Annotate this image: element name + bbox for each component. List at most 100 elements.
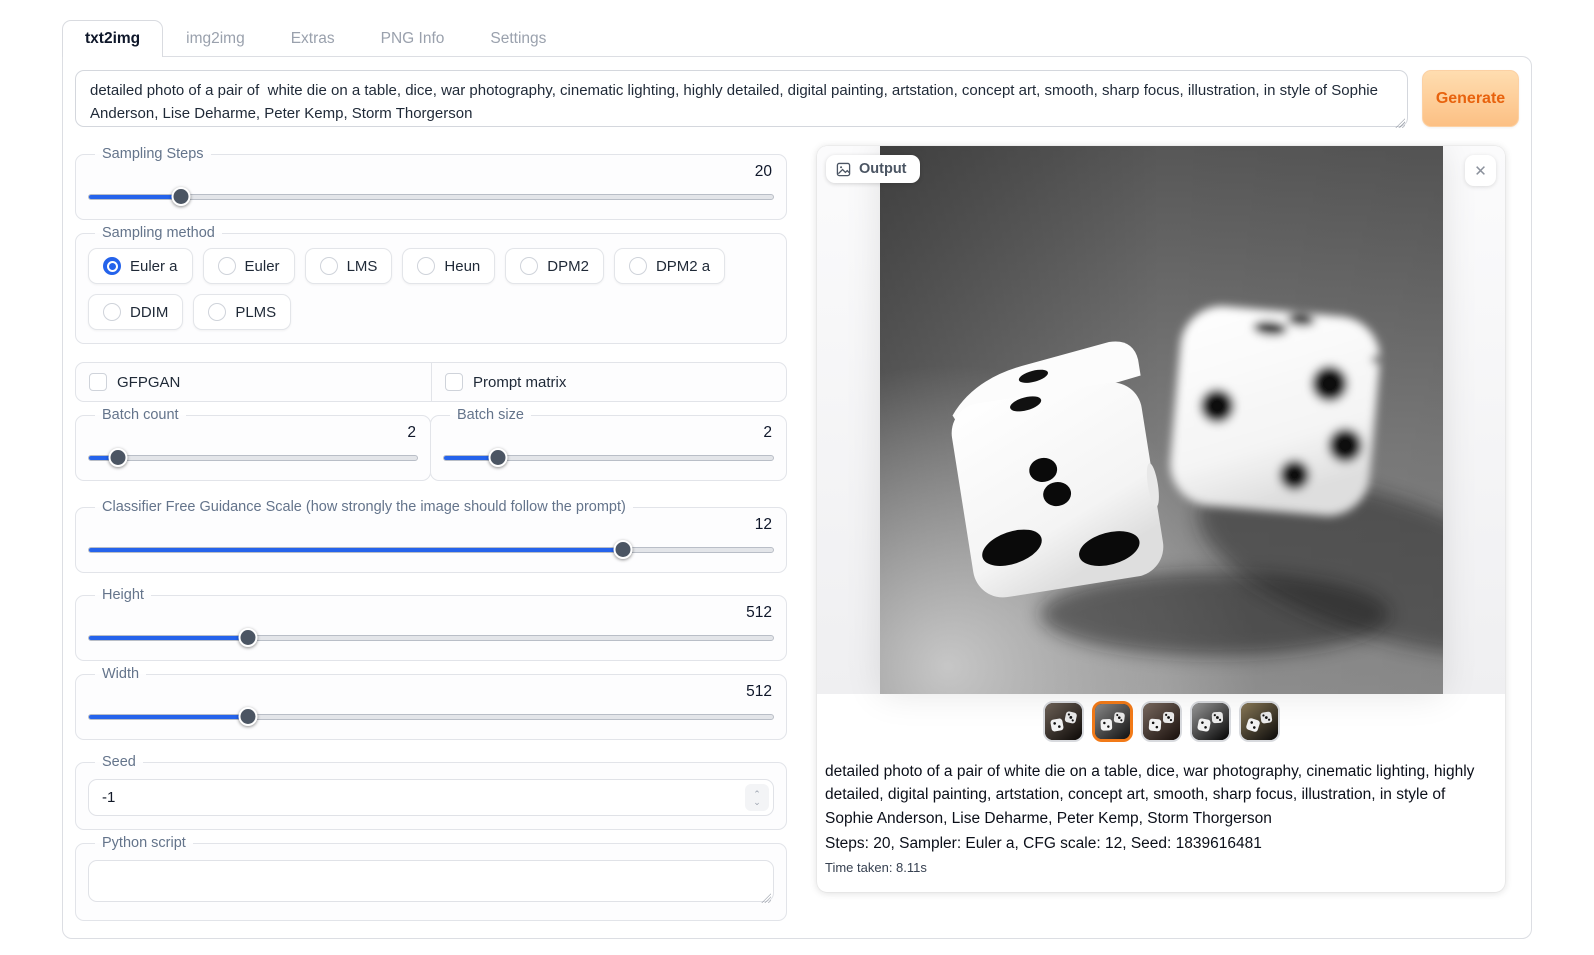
height-value: 512 [88, 604, 772, 622]
slider-handle[interactable] [488, 448, 507, 467]
batch-count-label: Batch count [95, 407, 186, 423]
sampling-steps-value: 20 [88, 163, 772, 181]
width-slider[interactable] [88, 707, 774, 726]
settings-column: Sampling Steps 20 Sampling method Euler … [75, 146, 787, 926]
output-label-pill: Output [826, 155, 920, 183]
caption-time: Time taken: 8.11s [825, 858, 1495, 878]
radio-dot[interactable] [208, 303, 226, 321]
slider-handle[interactable] [238, 707, 257, 726]
prompt-matrix-label: Prompt matrix [473, 374, 566, 391]
radio-label: Heun [444, 258, 480, 275]
image-icon [836, 162, 851, 177]
batch-count-slider[interactable] [88, 448, 418, 467]
radio-lms[interactable]: LMS [305, 248, 393, 284]
radio-label: PLMS [235, 304, 276, 321]
width-value: 512 [88, 683, 772, 701]
caption-prompt: detailed photo of a pair of white die on… [825, 760, 1495, 830]
seed-field: Seed ⌃⌄ [75, 754, 787, 830]
output-panel: Output ✕ detailed photo of a pair of whi… [817, 146, 1505, 892]
slider-handle[interactable] [238, 628, 257, 647]
thumbnail-3[interactable] [1141, 701, 1182, 742]
tab-settings[interactable]: Settings [467, 20, 569, 57]
sampling-steps-slider[interactable] [88, 187, 774, 206]
thumbnail-strip [817, 694, 1505, 748]
height-slider[interactable] [88, 628, 774, 647]
seed-spinner[interactable]: ⌃⌄ [745, 784, 769, 811]
thumbnail-4[interactable] [1190, 701, 1231, 742]
sampling-method-field: Sampling method Euler a Euler LMS Heun DPM2 D… [75, 225, 787, 344]
cfg-scale-label: Classifier Free Guidance Scale (how stro… [95, 499, 633, 515]
python-script-input[interactable] [88, 860, 774, 902]
radio-dot[interactable] [103, 303, 121, 321]
output-column: Output ✕ detailed photo of a pair of whi… [811, 146, 1519, 926]
prompt-row: detailed photo of a pair of white die on… [75, 70, 1519, 132]
radio-ddim[interactable]: DDIM [88, 294, 183, 330]
radio-heun[interactable]: Heun [402, 248, 495, 284]
batch-size-label: Batch size [450, 407, 531, 423]
batch-size-value: 2 [443, 424, 772, 442]
radio-label: Euler [245, 258, 280, 275]
height-label: Height [95, 587, 151, 603]
radio-dot[interactable] [520, 257, 538, 275]
gfpgan-checkbox[interactable] [89, 373, 107, 391]
cfg-scale-value: 12 [88, 516, 772, 534]
prompt-resize-handle[interactable] [1394, 117, 1405, 128]
script-resize-handle[interactable] [760, 892, 771, 903]
radio-label: DPM2 a [656, 258, 710, 275]
radio-dot[interactable] [320, 257, 338, 275]
sampling-method-options: Euler a Euler LMS Heun DPM2 DPM2 a DDIM PLMS [88, 242, 774, 330]
thumbnail-2-selected[interactable] [1092, 701, 1133, 742]
output-image-area: Output ✕ [817, 146, 1505, 694]
postprocess-options: GFPGAN Prompt matrix [75, 362, 787, 402]
batch-size-field: Batch size 2 [430, 407, 787, 481]
tab-extras[interactable]: Extras [268, 20, 358, 57]
slider-handle[interactable] [108, 448, 127, 467]
tab-img2img[interactable]: img2img [163, 20, 268, 57]
tab-bar: txt2imgimg2imgExtrasPNG InfoSettings [62, 20, 1532, 57]
spinner-down-icon[interactable]: ⌄ [753, 798, 761, 806]
slider-handle[interactable] [172, 187, 191, 206]
gfpgan-option[interactable]: GFPGAN [76, 363, 431, 401]
thumbnail-5[interactable] [1239, 701, 1280, 742]
tab-png-info[interactable]: PNG Info [358, 20, 468, 57]
sampling-steps-label: Sampling Steps [95, 146, 211, 162]
radio-dpm2[interactable]: DPM2 [505, 248, 604, 284]
prompt-matrix-option[interactable]: Prompt matrix [431, 363, 786, 401]
caption-params: Steps: 20, Sampler: Euler a, CFG scale: … [825, 832, 1495, 855]
batch-count-value: 2 [88, 424, 416, 442]
tab-txt2img[interactable]: txt2img [62, 20, 163, 57]
radio-euler[interactable]: Euler [203, 248, 295, 284]
radio-dot[interactable] [218, 257, 236, 275]
seed-input[interactable] [88, 779, 774, 816]
seed-label: Seed [95, 754, 143, 770]
sd-webui-app: txt2imgimg2imgExtrasPNG InfoSettings det… [62, 20, 1532, 939]
python-script-label: Python script [95, 835, 193, 851]
output-caption: detailed photo of a pair of white die on… [817, 748, 1505, 892]
batch-count-field: Batch count 2 [75, 407, 431, 481]
radio-label: LMS [347, 258, 378, 275]
thumbnail-1[interactable] [1043, 701, 1084, 742]
prompt-input[interactable]: detailed photo of a pair of white die on… [75, 70, 1408, 127]
sampling-method-label: Sampling method [95, 225, 222, 241]
prompt-matrix-checkbox[interactable] [445, 373, 463, 391]
gfpgan-label: GFPGAN [117, 374, 180, 391]
height-field: Height 512 [75, 587, 787, 661]
generate-button[interactable]: Generate [1422, 70, 1519, 127]
radio-plms[interactable]: PLMS [193, 294, 291, 330]
radio-dpm2-a[interactable]: DPM2 a [614, 248, 725, 284]
txt2img-panel: detailed photo of a pair of white die on… [62, 56, 1532, 939]
batch-size-slider[interactable] [443, 448, 774, 467]
radio-euler-a[interactable]: Euler a [88, 248, 193, 284]
cfg-scale-field: Classifier Free Guidance Scale (how stro… [75, 499, 787, 573]
close-output-button[interactable]: ✕ [1465, 155, 1496, 186]
slider-handle[interactable] [614, 540, 633, 559]
radio-dot[interactable] [103, 257, 121, 275]
output-label: Output [859, 161, 907, 177]
radio-label: DDIM [130, 304, 168, 321]
cfg-scale-slider[interactable] [88, 540, 774, 559]
generated-image[interactable] [880, 146, 1443, 694]
radio-dot[interactable] [629, 257, 647, 275]
radio-dot[interactable] [417, 257, 435, 275]
radio-label: DPM2 [547, 258, 589, 275]
radio-label: Euler a [130, 258, 178, 275]
